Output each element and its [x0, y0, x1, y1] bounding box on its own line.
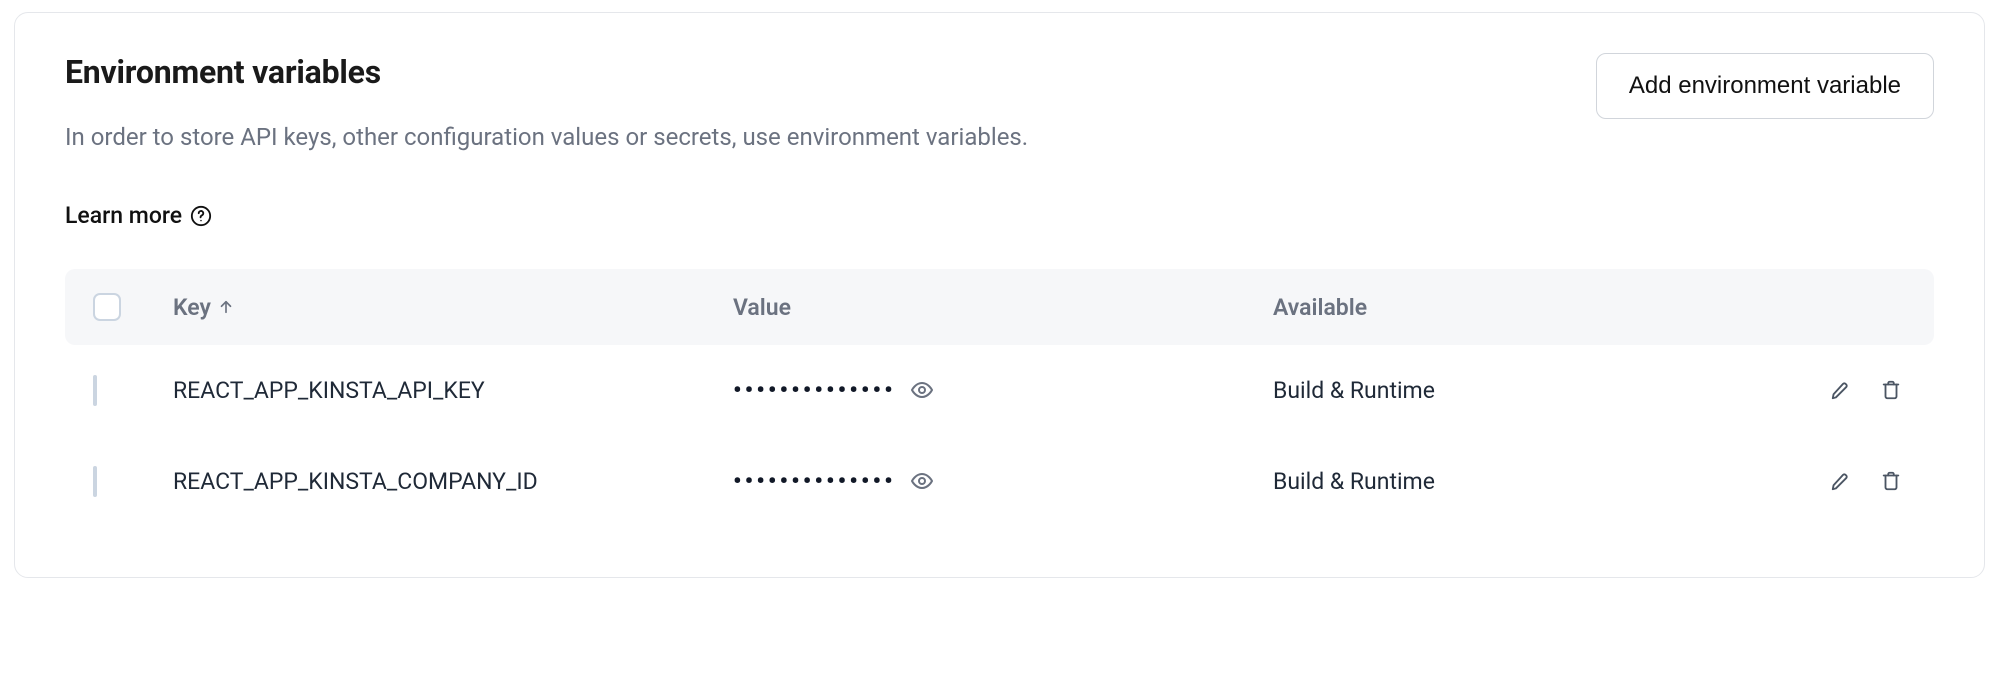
row-checkbox[interactable]: [93, 375, 97, 406]
reveal-value-button[interactable]: [910, 469, 934, 493]
select-all-checkbox[interactable]: [93, 293, 121, 321]
table-row: REACT_APP_KINSTA_API_KEY •••••••••••••• …: [65, 345, 1934, 436]
row-actions: [1746, 466, 1906, 496]
row-checkbox[interactable]: [93, 466, 97, 497]
pencil-icon: [1830, 379, 1852, 401]
table-header-row: Key Value Available: [65, 269, 1934, 345]
eye-icon: [910, 378, 934, 402]
eye-icon: [910, 469, 934, 493]
row-value-masked: ••••••••••••••: [733, 467, 896, 495]
column-value-label: Value: [733, 294, 791, 321]
page-title: Environment variables: [65, 53, 381, 91]
column-available-label: Available: [1273, 294, 1367, 321]
table-row: REACT_APP_KINSTA_COMPANY_ID ••••••••••••…: [65, 436, 1934, 527]
row-value-masked: ••••••••••••••: [733, 376, 896, 404]
row-actions: [1746, 375, 1906, 405]
column-key-label: Key: [173, 294, 211, 321]
env-vars-table: Key Value Available REACT_APP_K: [65, 269, 1934, 527]
row-value-cell: ••••••••••••••: [733, 376, 1273, 404]
reveal-value-button[interactable]: [910, 378, 934, 402]
trash-icon: [1880, 379, 1902, 401]
delete-button[interactable]: [1876, 466, 1906, 496]
panel-header: Environment variables Add environment va…: [65, 53, 1934, 119]
column-key[interactable]: Key: [173, 294, 733, 321]
section-description: In order to store API keys, other config…: [65, 119, 1065, 156]
select-all-column: [93, 293, 173, 321]
add-env-var-button[interactable]: Add environment variable: [1596, 53, 1934, 119]
row-key: REACT_APP_KINSTA_COMPANY_ID: [173, 468, 733, 495]
edit-button[interactable]: [1826, 375, 1856, 405]
row-available: Build & Runtime: [1273, 468, 1746, 495]
column-value: Value: [733, 294, 1273, 321]
row-select-cell: [93, 468, 173, 495]
pencil-icon: [1830, 470, 1852, 492]
edit-button[interactable]: [1826, 466, 1856, 496]
row-available: Build & Runtime: [1273, 377, 1746, 404]
delete-button[interactable]: [1876, 375, 1906, 405]
trash-icon: [1880, 470, 1902, 492]
header-left: Environment variables: [65, 53, 381, 113]
help-circle-icon: [190, 205, 212, 227]
row-key: REACT_APP_KINSTA_API_KEY: [173, 377, 733, 404]
sort-asc-icon: [217, 298, 235, 316]
row-value-cell: ••••••••••••••: [733, 467, 1273, 495]
row-select-cell: [93, 377, 173, 404]
learn-more-link[interactable]: Learn more: [65, 202, 212, 229]
env-vars-panel: Environment variables Add environment va…: [14, 12, 1985, 578]
column-available: Available: [1273, 294, 1746, 321]
learn-more-label: Learn more: [65, 202, 182, 229]
